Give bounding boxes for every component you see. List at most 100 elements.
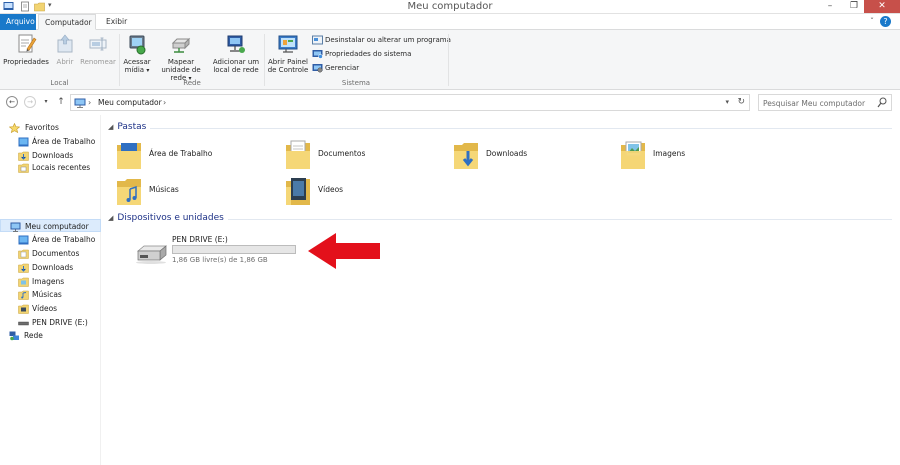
folder-musicas[interactable]: Músicas — [116, 173, 266, 207]
nav-item-musicas[interactable]: Músicas — [0, 288, 101, 301]
system-properties-label: Propriedades do sistema — [325, 50, 412, 58]
nav-label: PEN DRIVE (E:) — [32, 318, 88, 327]
rename-icon — [89, 37, 107, 51]
music-folder-icon — [117, 179, 141, 205]
nav-meu-computador-label: Meu computador — [25, 222, 89, 231]
window-title: Meu computador — [407, 1, 493, 12]
uninstall-program-button[interactable]: Desinstalar ou alterar um programa — [312, 34, 451, 46]
access-media-button[interactable]: Acessar mídia ▾ — [121, 33, 153, 75]
nav-item-pen-drive[interactable]: PEN DRIVE (E:) — [0, 316, 101, 329]
pictures-folder-icon — [621, 141, 645, 169]
tab-computador[interactable]: Computador — [38, 14, 96, 30]
collapse-chevron-icon[interactable]: ◢ — [108, 214, 113, 222]
manage-label: Gerenciar — [325, 64, 360, 72]
open-icon — [57, 34, 73, 53]
nav-item-area-de-trabalho[interactable]: Área de Trabalho — [0, 233, 101, 246]
nav-item-area-de-trabalho[interactable]: Área de Trabalho — [0, 135, 101, 148]
ribbon-separator — [264, 34, 265, 86]
nav-item-favoritos[interactable]: Favoritos — [0, 121, 101, 134]
breadcrumb-chevron-icon[interactable]: › — [88, 96, 91, 110]
desktop-icon — [18, 137, 29, 147]
nav-label: Downloads — [32, 263, 74, 272]
nav-label: Imagens — [32, 277, 65, 286]
folder-label: Documentos — [318, 149, 366, 158]
nav-item-imagens[interactable]: Imagens — [0, 275, 101, 288]
search-input[interactable] — [763, 97, 873, 109]
forward-button[interactable]: → — [24, 96, 36, 108]
properties-button[interactable]: Propriedades — [3, 33, 49, 66]
nav-label: Locais recentes — [32, 163, 91, 172]
open-button[interactable]: Abrir — [52, 33, 78, 66]
network-location-icon — [227, 35, 245, 53]
folder-videos[interactable]: Vídeos — [285, 173, 435, 207]
address-dropdown-icon[interactable]: ▾ — [725, 95, 729, 110]
folder-area-de-trabalho[interactable]: Área de Trabalho — [116, 137, 266, 171]
collapse-ribbon-icon[interactable]: ˇ — [866, 16, 878, 28]
properties-icon — [18, 34, 37, 53]
system-properties-button[interactable]: Propriedades do sistema — [312, 48, 411, 60]
collapse-chevron-icon[interactable]: ◢ — [108, 123, 113, 131]
open-control-panel-button[interactable]: Abrir Painel de Controle — [266, 33, 310, 74]
group-dispositivos-label: Dispositivos e unidades — [117, 213, 224, 223]
nav-item-videos[interactable]: Vídeos — [0, 302, 101, 315]
group-header-pastas[interactable]: ◢ Pastas — [108, 122, 146, 132]
back-button[interactable]: ← — [6, 96, 18, 108]
folder-label: Imagens — [653, 149, 686, 158]
rename-label: Renomear — [80, 58, 116, 66]
ribbon-separator — [119, 34, 120, 86]
breadcrumb-path[interactable]: Meu computador — [98, 95, 162, 110]
nav-item-rede[interactable]: Rede — [0, 329, 101, 342]
help-icon[interactable]: ? — [880, 16, 891, 27]
folder-documentos[interactable]: Documentos — [285, 137, 435, 171]
folder-label: Vídeos — [318, 185, 344, 194]
address-bar[interactable]: › Meu computador › ▾ ↻ — [70, 94, 750, 111]
minimize-button[interactable]: – — [819, 0, 841, 13]
drive-free-space: 1,86 GB livre(s) de 1,86 GB — [172, 256, 268, 264]
group-pastas-label: Pastas — [117, 122, 147, 132]
nav-item-downloads[interactable]: Downloads — [0, 261, 101, 274]
tab-exibir[interactable]: Exibir — [100, 14, 133, 30]
desktop-folder-icon — [117, 143, 141, 169]
group-local-label: Local — [50, 79, 69, 87]
breadcrumb-chevron-icon[interactable]: › — [163, 96, 166, 110]
folder-imagens[interactable]: Imagens — [620, 137, 770, 171]
search-box[interactable] — [758, 94, 892, 111]
group-divider — [150, 128, 892, 129]
group-sistema-label: Sistema — [341, 79, 371, 87]
add-network-location-label: Adicionar um local de rede — [212, 58, 260, 74]
uninstall-program-label: Desinstalar ou alterar um programa — [325, 36, 451, 44]
manage-button[interactable]: Gerenciar — [312, 62, 359, 74]
maximize-button[interactable]: ❐ — [843, 0, 865, 13]
group-header-dispositivos[interactable]: ◢ Dispositivos e unidades — [108, 213, 224, 223]
network-drive-icon — [171, 37, 191, 53]
refresh-icon[interactable]: ↻ — [737, 95, 745, 110]
manage-icon — [312, 64, 323, 73]
tab-arquivo[interactable]: Arquivo — [0, 14, 36, 30]
add-network-location-button[interactable]: Adicionar um local de rede — [211, 33, 261, 74]
recent-locations-dropdown[interactable]: ▾ — [40, 96, 52, 108]
open-control-panel-label: Abrir Painel de Controle — [267, 58, 309, 74]
recent-places-icon — [18, 163, 29, 173]
map-network-drive-button[interactable]: Mapear unidade de rede ▾ — [153, 33, 209, 83]
folder-label: Downloads — [486, 149, 528, 158]
uninstall-icon — [312, 35, 323, 45]
system-properties-icon — [312, 50, 323, 59]
rename-button[interactable]: Renomear — [80, 33, 116, 66]
nav-item-documentos[interactable]: Documentos — [0, 247, 101, 260]
drive-pen-drive[interactable]: PEN DRIVE (E:) 1,86 GB livre(s) de 1,86 … — [134, 233, 304, 269]
nav-favoritos-label: Favoritos — [25, 123, 59, 132]
open-label: Abrir — [56, 58, 74, 66]
videos-folder-icon — [18, 304, 29, 314]
documents-folder-icon — [286, 140, 310, 169]
folder-downloads[interactable]: Downloads — [453, 137, 603, 171]
search-icon[interactable] — [877, 97, 887, 108]
downloads-folder-icon — [454, 143, 478, 169]
close-button[interactable]: ✕ — [864, 0, 900, 13]
downloads-icon — [18, 151, 29, 161]
properties-label: Propriedades — [3, 58, 49, 66]
nav-item-locais-recentes[interactable]: Locais recentes — [0, 161, 101, 174]
up-button[interactable]: ↑ — [55, 96, 67, 108]
usb-drive-icon — [18, 321, 29, 326]
folder-label: Músicas — [149, 185, 179, 194]
nav-item-meu-computador[interactable]: Meu computador — [0, 219, 101, 232]
